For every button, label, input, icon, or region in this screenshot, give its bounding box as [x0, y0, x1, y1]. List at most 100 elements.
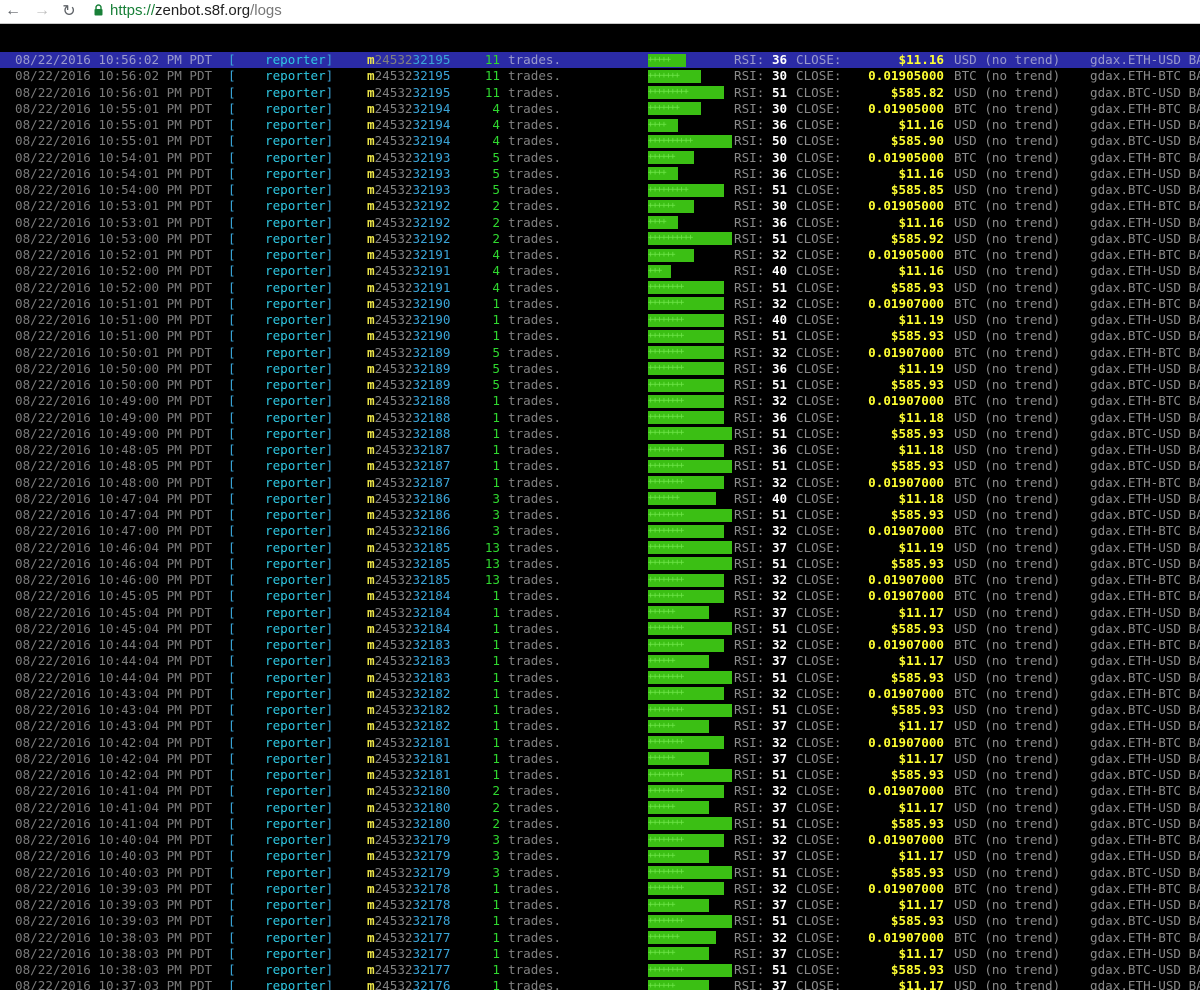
log-source-label: reporter	[265, 328, 326, 344]
trade-id-suffix: 321	[412, 507, 436, 522]
trade-count: 1	[492, 669, 500, 685]
trade-count: 1	[492, 328, 500, 344]
log-source-label: reporter	[265, 767, 326, 782]
log-row: 08/22/2016 10:53:00 PM PDT [reporter] m245…	[0, 231, 1200, 247]
log-row: 08/22/2016 10:39:03 PM PDT [reporter] m245…	[0, 897, 1200, 913]
bracket-open: [	[228, 198, 236, 214]
log-row: 08/22/2016 10:37:03 PM PDT [reporter] m245…	[0, 978, 1200, 990]
close-price: $11.16	[898, 263, 945, 279]
market-name: gdax.BTC-USD BAL:	[1090, 279, 1200, 295]
close-label: CLOSE:	[796, 393, 842, 409]
trades-label: trades.	[508, 214, 562, 230]
bracket-close: ]	[325, 344, 334, 360]
trades-label: trades.	[508, 100, 562, 116]
trade-id-tail: 92	[435, 214, 451, 230]
trade-id: m2453232185	[367, 572, 450, 588]
close-label: CLOSE:	[796, 588, 842, 604]
url-path: /logs	[250, 2, 282, 19]
market-name: gdax.ETH-USD BAL:	[1090, 52, 1200, 67]
market-name: gdax.BTC-USD BAL:	[1090, 328, 1200, 344]
arrow-right-icon: →	[34, 2, 50, 19]
bracket-close: ]	[325, 100, 334, 116]
rsi-label: RSI:	[734, 653, 765, 669]
rsi-number: 32	[771, 929, 788, 945]
bracket-open: [	[228, 588, 236, 604]
log-source-label: reporter	[265, 848, 326, 864]
log-source-label: reporter	[265, 425, 326, 441]
trade-id-tail: 88	[435, 409, 451, 425]
trade-id-prefix: m	[367, 84, 375, 100]
rsi-value: RSI: 32	[734, 735, 787, 751]
rsi-value: RSI: 32	[734, 572, 787, 588]
log-source: reporter]	[265, 930, 333, 946]
rsi-number: 36	[771, 214, 788, 230]
bracket-close: ]	[325, 523, 334, 539]
trade-id-suffix: 321	[412, 815, 436, 831]
bracket-open: [	[228, 182, 236, 197]
address-bar[interactable]: https://zenbot.s8f.org/logs	[110, 2, 282, 20]
trade-id-prefix: m	[367, 718, 375, 734]
trade-id-suffix: 321	[412, 978, 436, 990]
currency-trend: BTC (no trend)	[954, 393, 1061, 409]
log-source: reporter]	[265, 588, 333, 604]
currency-trend: BTC (no trend)	[954, 734, 1061, 750]
bracket-close: ]	[325, 490, 334, 506]
forward-button[interactable]: →	[31, 0, 53, 22]
trade-id-middle: 24532	[374, 783, 413, 799]
rsi-label: RSI:	[734, 409, 765, 425]
close-price: $11.19	[898, 539, 945, 555]
market-name: gdax.BTC-USD BAL:	[1090, 913, 1200, 929]
log-source: reporter]	[265, 68, 333, 84]
rsi-number: 32	[771, 247, 788, 262]
trades-label: trades.	[508, 344, 562, 360]
log-timestamp: 08/22/2016 10:55:01 PM PDT	[15, 117, 213, 132]
close-label: CLOSE:	[796, 734, 842, 750]
close-price: 0.01907000	[868, 637, 944, 652]
trade-id-suffix: 321	[412, 52, 436, 67]
log-source-label: reporter	[265, 52, 326, 67]
bracket-close: ]	[325, 637, 334, 652]
trade-id: m2453232191	[367, 247, 450, 263]
trade-id: m2453232181	[367, 767, 450, 783]
bracket-close: ]	[325, 555, 334, 571]
log-source-label: reporter	[265, 507, 326, 522]
trade-id-tail: 94	[435, 133, 451, 149]
bracket-open: [	[228, 100, 236, 116]
trade-id-middle: 24532	[374, 117, 413, 132]
trade-id: m2453232189	[367, 377, 450, 393]
rsi-label: RSI:	[734, 637, 765, 652]
log-source-label: reporter	[265, 962, 326, 977]
rsi-value: RSI: 40	[734, 491, 787, 507]
arrow-left-icon: ←	[5, 2, 21, 19]
trade-id-prefix: m	[367, 52, 375, 67]
log-timestamp: 08/22/2016 10:43:04 PM PDT	[15, 685, 213, 701]
log-source: reporter]	[265, 621, 333, 637]
trade-volume-bar: ++++++	[648, 898, 709, 912]
log-row: 08/22/2016 10:50:01 PM PDT [reporter] m245…	[0, 345, 1200, 361]
reload-button[interactable]: ↻	[58, 0, 80, 22]
trade-volume-bar: ++++++++	[648, 914, 732, 928]
trade-id-suffix: 321	[412, 68, 436, 84]
reload-icon: ↻	[62, 3, 76, 20]
log-row: 08/22/2016 10:49:00 PM PDT [reporter] m245…	[0, 393, 1200, 409]
close-price: $11.18	[898, 442, 945, 457]
log-source-label: reporter	[265, 214, 326, 230]
log-source-label: reporter	[265, 458, 326, 474]
rsi-label: RSI:	[734, 669, 765, 685]
log-row: 08/22/2016 10:42:04 PM PDT [reporter] m245…	[0, 735, 1200, 751]
log-row: 08/22/2016 10:41:04 PM PDT [reporter] m245…	[0, 816, 1200, 832]
rsi-label: RSI:	[734, 799, 765, 815]
rsi-number: 37	[771, 978, 788, 990]
log-row: 08/22/2016 10:48:05 PM PDT [reporter] m245…	[0, 458, 1200, 474]
bracket-close: ]	[325, 620, 334, 636]
trade-id-middle: 24532	[374, 133, 413, 149]
currency-trend: USD (no trend)	[954, 182, 1061, 197]
bracket-close: ]	[325, 117, 334, 132]
close-price: $585.85	[890, 182, 944, 197]
log-source: reporter]	[265, 978, 333, 990]
rsi-value: RSI: 51	[734, 913, 787, 929]
bracket-close: ]	[325, 214, 334, 230]
lock-icon	[94, 4, 103, 16]
log-row: 08/22/2016 10:46:04 PM PDT [reporter] m245…	[0, 556, 1200, 572]
back-button[interactable]: ←	[2, 0, 24, 22]
